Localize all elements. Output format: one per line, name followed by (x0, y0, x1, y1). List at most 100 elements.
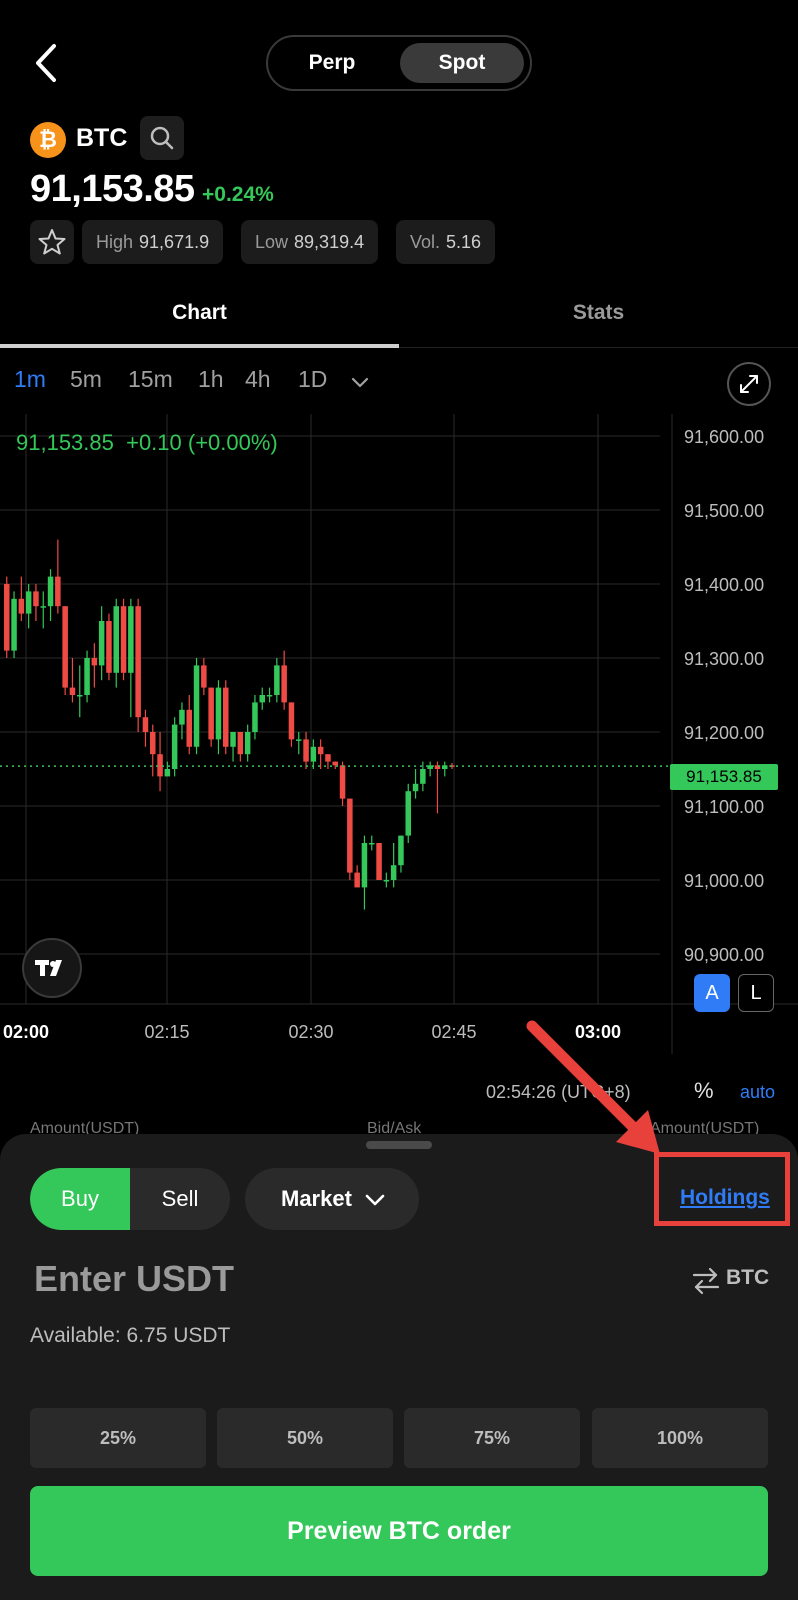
y-tick-label: 91,400.00 (684, 575, 764, 595)
candle (376, 843, 382, 880)
stat-high-value: 91,671.9 (139, 232, 210, 252)
candle (288, 702, 295, 747)
timeframe-more-chevron-icon[interactable] (348, 372, 372, 392)
y-tick-label: 91,300.00 (684, 649, 764, 669)
candle (237, 732, 244, 762)
percent-50-button[interactable]: 50% (217, 1408, 393, 1468)
candle (84, 650, 90, 703)
stat-high-label: High (96, 232, 134, 252)
tab-stats[interactable]: Stats (399, 298, 798, 348)
price-chart[interactable]: 91,600.00 91,500.00 91,400.00 91,300.00 91,2… (0, 414, 798, 1054)
active-tab-indicator (0, 344, 399, 348)
candle (164, 761, 171, 777)
candle (40, 591, 46, 629)
order-type-dropdown[interactable]: Market (245, 1168, 419, 1230)
y-tick-label: 91,100.00 (684, 797, 764, 817)
candle (405, 783, 411, 843)
candle (215, 680, 222, 755)
stat-volume: Vol. 5.16 (396, 220, 496, 264)
preview-order-button[interactable]: Preview BTC order (30, 1486, 768, 1576)
buy-sell-toggle: Buy Sell (30, 1168, 230, 1230)
favorite-button[interactable] (30, 220, 74, 264)
candle (325, 754, 331, 769)
timeframe-5m[interactable]: 5m (70, 366, 102, 393)
last-price: 91,153.85 (30, 168, 195, 210)
percent-25-button[interactable]: 25% (30, 1408, 206, 1468)
timeframe-4h[interactable]: 4h (245, 366, 271, 393)
expand-icon (740, 375, 758, 393)
fullscreen-button[interactable] (727, 362, 771, 406)
candle (361, 835, 368, 910)
candle (47, 569, 54, 621)
candle (171, 717, 178, 777)
tab-chart[interactable]: Chart (0, 298, 399, 348)
timeframe-1d[interactable]: 1D (298, 366, 327, 393)
candle (412, 769, 419, 799)
percent-75-button[interactable]: 75% (404, 1408, 580, 1468)
candle (208, 687, 214, 747)
candle (223, 680, 229, 755)
timeframe-1h[interactable]: 1h (198, 366, 224, 393)
percent-100-button[interactable]: 100% (592, 1408, 768, 1468)
x-tick-label: 02:30 (288, 1022, 333, 1042)
candle (201, 658, 207, 695)
search-button[interactable] (140, 116, 184, 160)
star-icon (38, 229, 66, 255)
candle (142, 709, 149, 747)
log-scale-button[interactable]: L (738, 974, 774, 1012)
candle (347, 798, 353, 880)
y-tick-label: 90,900.00 (684, 945, 764, 965)
y-tick-label: 91,600.00 (684, 427, 764, 447)
x-tick-label: 02:45 (431, 1022, 476, 1042)
stat-low: Low 89,319.4 (241, 220, 379, 264)
candle (4, 576, 10, 658)
timeframe-1m[interactable]: 1m (14, 366, 46, 393)
market-type-toggle: Perp Spot (266, 35, 532, 91)
tab-spot[interactable]: Spot (400, 43, 524, 83)
sheet-drag-handle[interactable] (366, 1141, 432, 1149)
bitcoin-icon: ₿ (30, 122, 66, 158)
candle (303, 732, 309, 769)
candle (369, 835, 375, 851)
candle (157, 732, 163, 792)
candle (230, 732, 236, 762)
candle (33, 584, 39, 621)
candle (106, 613, 112, 681)
tab-perp[interactable]: Perp (272, 43, 392, 83)
available-balance: Available: 6.75 USDT (30, 1324, 231, 1347)
candle (339, 761, 346, 806)
stat-volume-label: Vol. (410, 232, 441, 252)
candle (252, 695, 258, 740)
candle (113, 598, 119, 688)
amount-input[interactable]: Enter USDT (34, 1258, 234, 1300)
candle (266, 687, 273, 703)
search-icon (150, 126, 174, 150)
percent-scale-toggle[interactable]: % (694, 1078, 714, 1104)
tradingview-logo[interactable] (22, 938, 82, 998)
sell-button[interactable]: Sell (130, 1168, 230, 1230)
buy-button[interactable]: Buy (30, 1168, 130, 1230)
y-tick-label: 91,500.00 (684, 501, 764, 521)
stat-high: High 91,671.9 (82, 220, 224, 264)
timeframe-15m[interactable]: 15m (128, 366, 173, 393)
stat-low-value: 89,319.4 (294, 232, 365, 252)
candle (398, 835, 404, 873)
auto-scale-button[interactable]: A (694, 974, 730, 1012)
candle (427, 761, 433, 777)
candle (11, 591, 17, 658)
price-change: +0.24% (202, 183, 274, 206)
back-icon[interactable] (28, 40, 68, 86)
currency-swap-button[interactable]: BTC (690, 1262, 780, 1298)
y-tick-label: 91,000.00 (684, 871, 764, 891)
stat-low-label: Low (255, 232, 289, 252)
candle (274, 658, 280, 703)
highlight-annotation-box (654, 1152, 790, 1226)
candle (150, 724, 156, 777)
candle (390, 843, 397, 888)
current-price-tag: 91,153.85 (670, 764, 778, 790)
candle (317, 739, 324, 769)
candle (55, 539, 61, 614)
candle (128, 598, 134, 718)
auto-scale-toggle[interactable]: auto (740, 1082, 775, 1103)
swap-currency-label: BTC (726, 1266, 770, 1289)
